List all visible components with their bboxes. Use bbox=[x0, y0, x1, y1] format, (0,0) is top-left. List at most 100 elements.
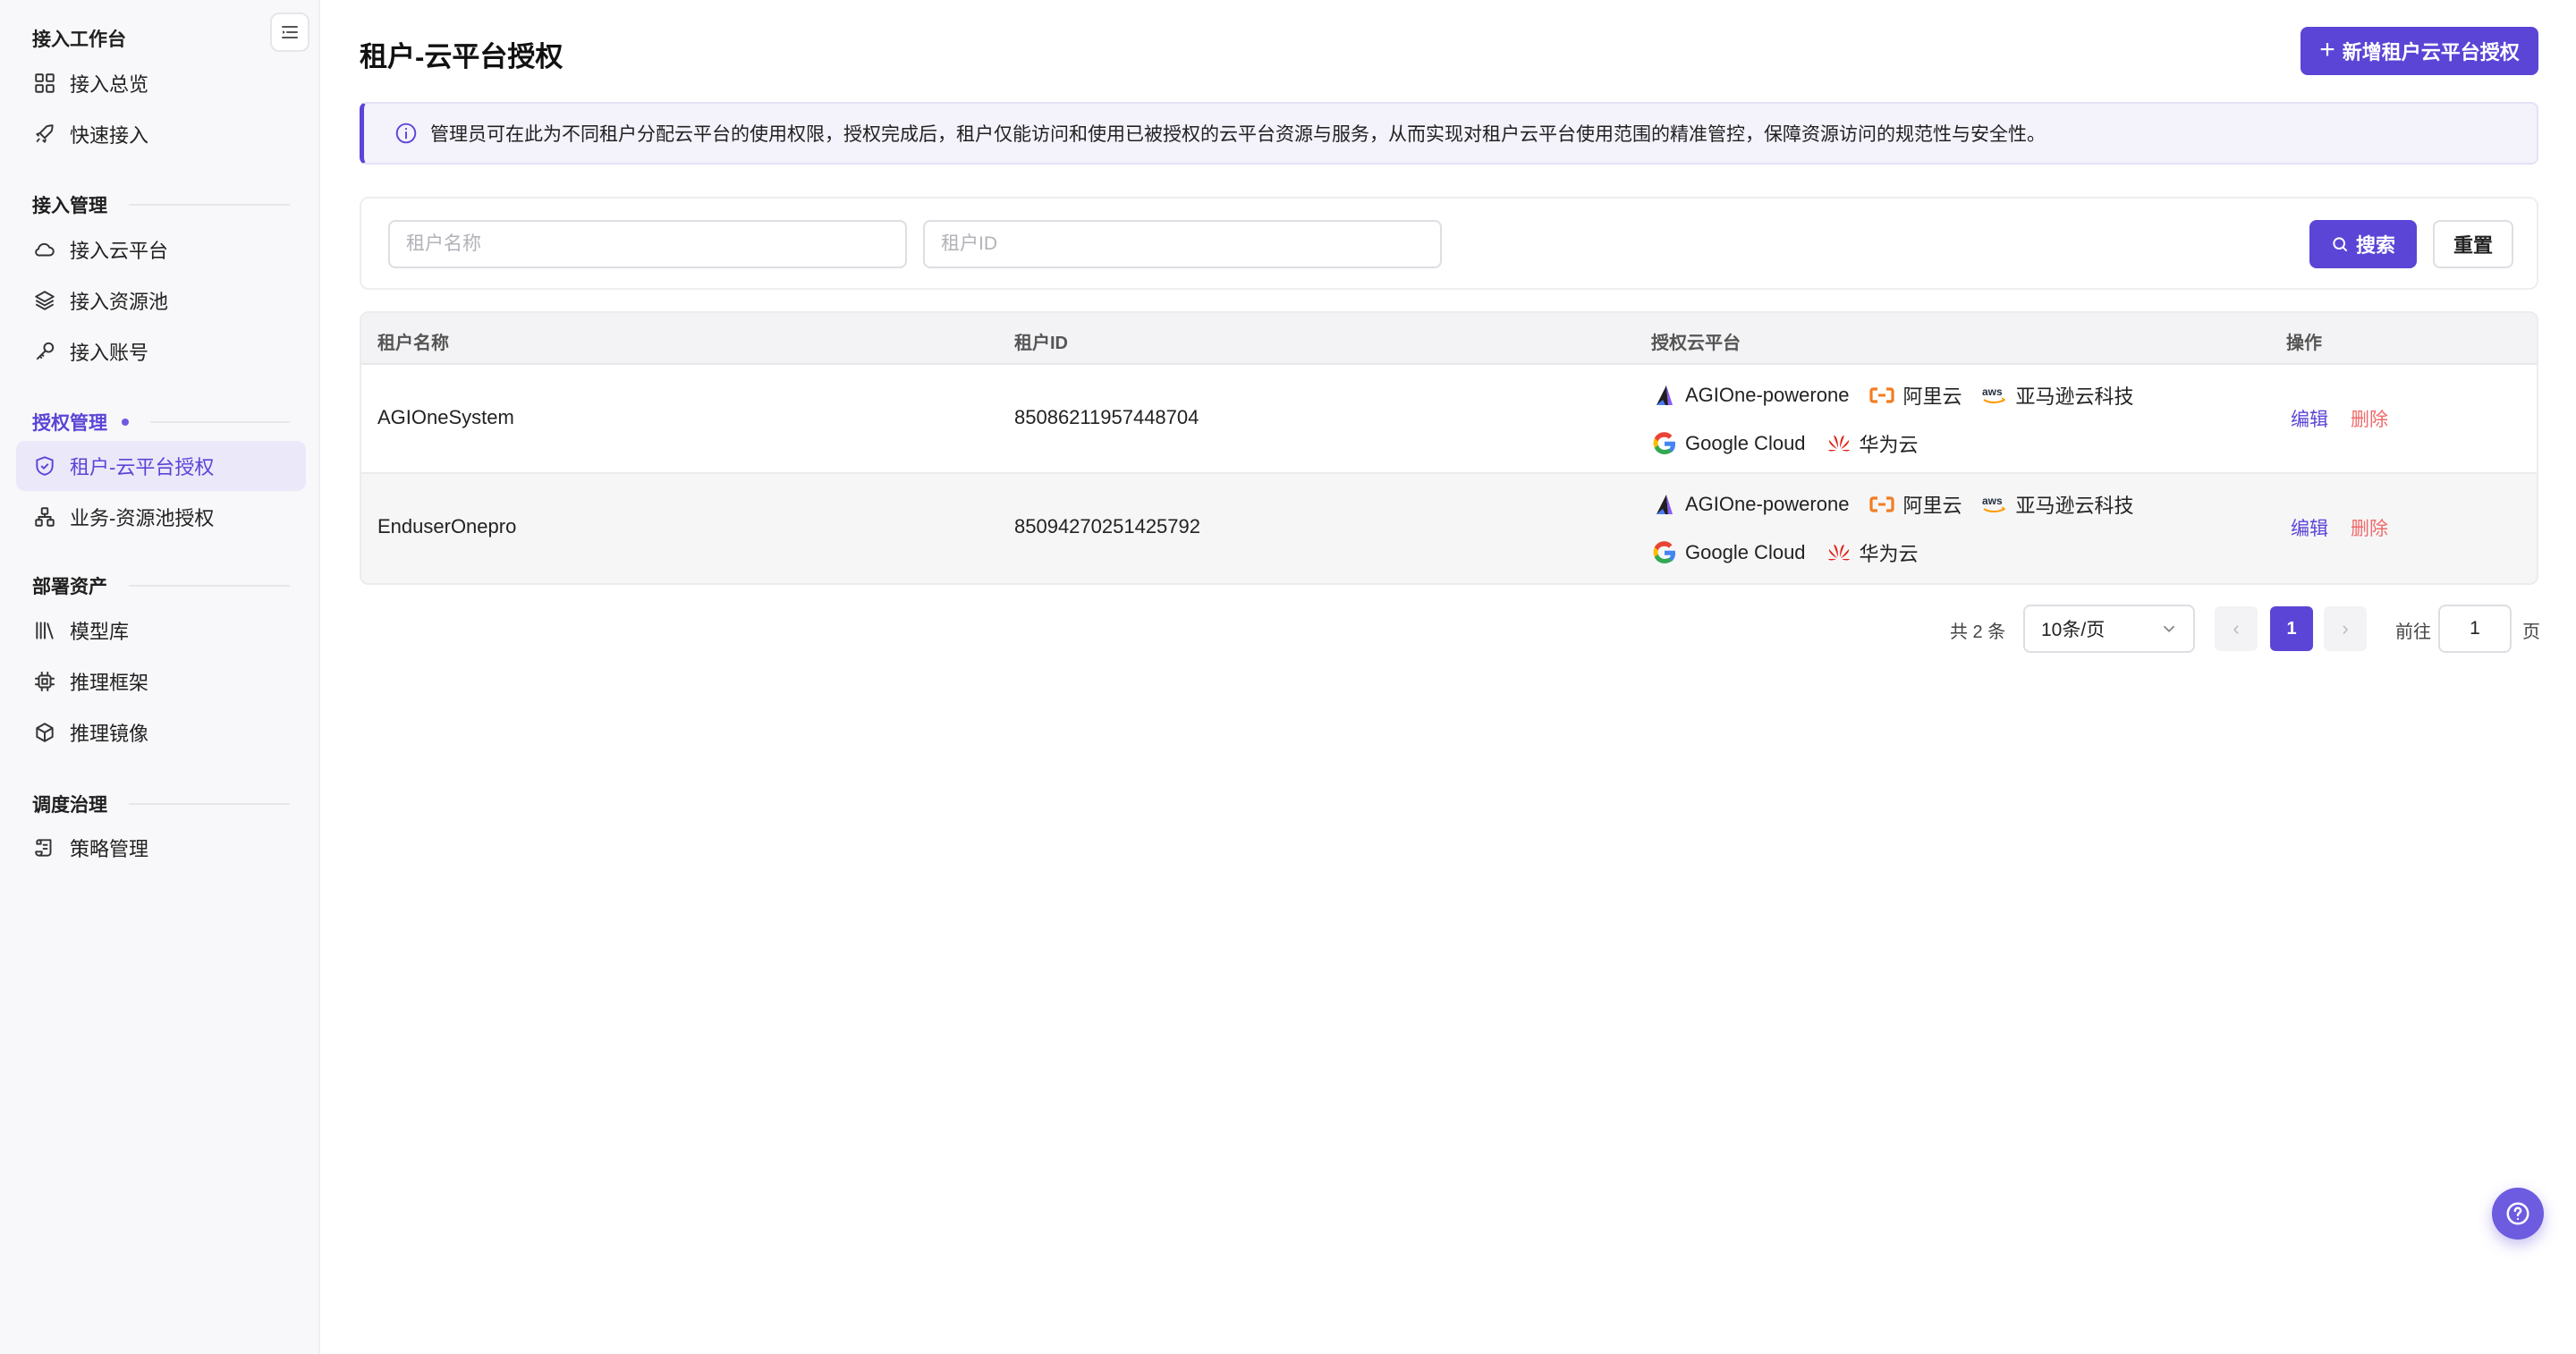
platform-tag: aws 亚马逊云科技 bbox=[1981, 381, 2133, 410]
page-title: 租户-云平台授权 bbox=[360, 41, 564, 72]
tenant-id: 85086211957448704 bbox=[1014, 406, 1199, 428]
aws-logo-icon: aws bbox=[1981, 382, 2008, 409]
search-icon bbox=[2333, 237, 2348, 252]
platform-tag: Google Cloud bbox=[1651, 539, 1806, 566]
sidebar-item-resource-pool[interactable]: 接入资源池 bbox=[16, 275, 306, 326]
aliyun-logo-icon bbox=[1868, 382, 1895, 409]
plus-icon: + bbox=[2319, 34, 2335, 64]
goto-label: 前往 bbox=[2395, 622, 2431, 642]
group-title-deploy-assets: 部署资产 bbox=[32, 572, 290, 599]
edit-button[interactable]: 编辑 bbox=[2291, 514, 2328, 541]
info-icon bbox=[395, 123, 417, 144]
group-title-access-mgmt: 接入管理 bbox=[32, 191, 290, 218]
help-button[interactable] bbox=[2492, 1188, 2544, 1240]
sidebar-item-label: 策略管理 bbox=[70, 838, 149, 860]
library-icon bbox=[32, 618, 57, 643]
tenant-id-input[interactable] bbox=[923, 220, 1442, 268]
cloud-icon bbox=[32, 237, 57, 262]
table-header: 租户名称 租户ID 授权云平台 操作 bbox=[361, 313, 2537, 365]
group-title-auth-mgmt: 授权管理 bbox=[32, 409, 290, 436]
group-title-scheduling: 调度治理 bbox=[32, 791, 290, 817]
reset-button[interactable]: 重置 bbox=[2433, 220, 2513, 268]
svg-text:aws: aws bbox=[1982, 495, 2003, 507]
rocket-icon bbox=[32, 122, 57, 147]
scroll-icon bbox=[32, 835, 57, 860]
shield-icon bbox=[32, 453, 57, 478]
notice-text: 管理员可在此为不同租户分配云平台的使用权限，授权完成后，租户仅能访问和使用已被授… bbox=[430, 124, 2046, 145]
sidebar: 接入工作台 接入总览 快速接入 接入管理 接入云平台 接入资源池 接入账号 授权… bbox=[0, 0, 320, 1354]
sidebar-item-overview[interactable]: 接入总览 bbox=[16, 58, 306, 108]
tenant-id: 85094270251425792 bbox=[1014, 515, 1201, 537]
key-icon bbox=[32, 339, 57, 364]
google-cloud-logo-icon bbox=[1651, 539, 1678, 566]
aliyun-logo-icon bbox=[1868, 491, 1895, 518]
search-button[interactable]: 搜索 bbox=[2309, 220, 2417, 268]
sidebar-item-inference-image[interactable]: 推理镜像 bbox=[16, 707, 306, 757]
huawei-logo-icon bbox=[1826, 430, 1852, 457]
sidebar-item-cloud-platform[interactable]: 接入云平台 bbox=[16, 224, 306, 275]
platform-tag: aws 亚马逊云科技 bbox=[1981, 490, 2133, 519]
add-tenant-cloud-auth-button[interactable]: + 新增租户云平台授权 bbox=[2301, 27, 2538, 75]
page-number-button[interactable]: 1 bbox=[2270, 606, 2313, 651]
sidebar-item-inference-framework[interactable]: 推理框架 bbox=[16, 656, 306, 707]
goto-page-input[interactable] bbox=[2438, 605, 2512, 653]
svg-text:aws: aws bbox=[1982, 385, 2003, 398]
column-header-id: 租户ID bbox=[1014, 334, 1068, 353]
box-icon bbox=[32, 720, 57, 745]
sidebar-item-label: 业务-资源池授权 bbox=[70, 507, 215, 529]
platform-tag: AGIOne-powerone bbox=[1651, 491, 1849, 518]
sidebar-item-quick-access[interactable]: 快速接入 bbox=[16, 109, 306, 159]
info-notice: 管理员可在此为不同租户分配云平台的使用权限，授权完成后，租户仅能访问和使用已被授… bbox=[360, 102, 2538, 165]
sidebar-item-label: 接入云平台 bbox=[70, 240, 169, 262]
table-row: EnduserOnepro 85094270251425792 AGIOne-p… bbox=[361, 474, 2537, 583]
tenant-name: AGIOneSystem bbox=[377, 406, 514, 428]
column-header-name: 租户名称 bbox=[377, 334, 449, 353]
column-header-platforms: 授权云平台 bbox=[1651, 334, 1741, 353]
edit-button[interactable]: 编辑 bbox=[2291, 405, 2328, 432]
prev-page-button[interactable]: ‹ bbox=[2215, 606, 2258, 651]
aws-logo-icon: aws bbox=[1981, 491, 2008, 518]
sidebar-item-policy-mgmt[interactable]: 策略管理 bbox=[16, 823, 306, 873]
sidebar-item-label: 接入资源池 bbox=[70, 291, 169, 313]
column-header-ops: 操作 bbox=[2286, 334, 2322, 353]
active-dot bbox=[122, 419, 129, 426]
tenant-table: 租户名称 租户ID 授权云平台 操作 AGIOneSystem 85086211… bbox=[360, 311, 2538, 585]
platform-list: AGIOne-powerone 阿里云 aws 亚马逊云科技 Google Cl… bbox=[1651, 487, 2277, 583]
next-page-button[interactable]: › bbox=[2324, 606, 2367, 651]
sidebar-item-label: 模型库 bbox=[70, 621, 130, 643]
platform-tag: 阿里云 bbox=[1868, 381, 1962, 410]
platform-tag: Google Cloud bbox=[1651, 430, 1806, 457]
sidebar-item-label: 接入账号 bbox=[70, 342, 149, 364]
delete-button[interactable]: 删除 bbox=[2351, 405, 2388, 432]
sidebar-item-business-pool-auth[interactable]: 业务-资源池授权 bbox=[16, 492, 306, 542]
platform-tag: 华为云 bbox=[1826, 538, 1919, 567]
pagination-total: 共 2 条 bbox=[1950, 622, 2006, 642]
chip-icon bbox=[32, 669, 57, 694]
google-cloud-logo-icon bbox=[1651, 430, 1678, 457]
sidebar-item-account[interactable]: 接入账号 bbox=[16, 326, 306, 377]
table-row: AGIOneSystem 85086211957448704 AGIOne-po… bbox=[361, 365, 2537, 474]
sidebar-item-model-library[interactable]: 模型库 bbox=[16, 605, 306, 656]
sidebar-item-label: 快速接入 bbox=[70, 124, 149, 147]
sidebar-item-label: 租户-云平台授权 bbox=[70, 456, 215, 478]
sidebar-item-label: 推理框架 bbox=[70, 672, 149, 694]
network-icon bbox=[32, 504, 57, 529]
platform-tag: 阿里云 bbox=[1868, 490, 1962, 519]
grid-icon bbox=[32, 71, 57, 96]
sidebar-item-label: 接入总览 bbox=[70, 73, 149, 96]
chevron-down-icon bbox=[2163, 625, 2175, 633]
delete-button[interactable]: 删除 bbox=[2351, 514, 2388, 541]
agione-logo-icon bbox=[1651, 491, 1678, 518]
help-icon bbox=[2506, 1202, 2529, 1225]
huawei-logo-icon bbox=[1826, 539, 1852, 566]
agione-logo-icon bbox=[1651, 382, 1678, 409]
tenant-name: EnduserOnepro bbox=[377, 515, 517, 537]
platform-list: AGIOne-powerone 阿里云 aws 亚马逊云科技 Google Cl… bbox=[1651, 377, 2277, 474]
sidebar-item-tenant-cloud-auth[interactable]: 租户-云平台授权 bbox=[16, 441, 306, 491]
platform-tag: 华为云 bbox=[1826, 429, 1919, 458]
page-size-select[interactable]: 10条/页 bbox=[2023, 605, 2195, 653]
layers-icon bbox=[32, 288, 57, 313]
page-suffix-label: 页 bbox=[2522, 622, 2540, 642]
tenant-name-input[interactable] bbox=[388, 220, 907, 268]
sidebar-item-label: 推理镜像 bbox=[70, 723, 149, 745]
